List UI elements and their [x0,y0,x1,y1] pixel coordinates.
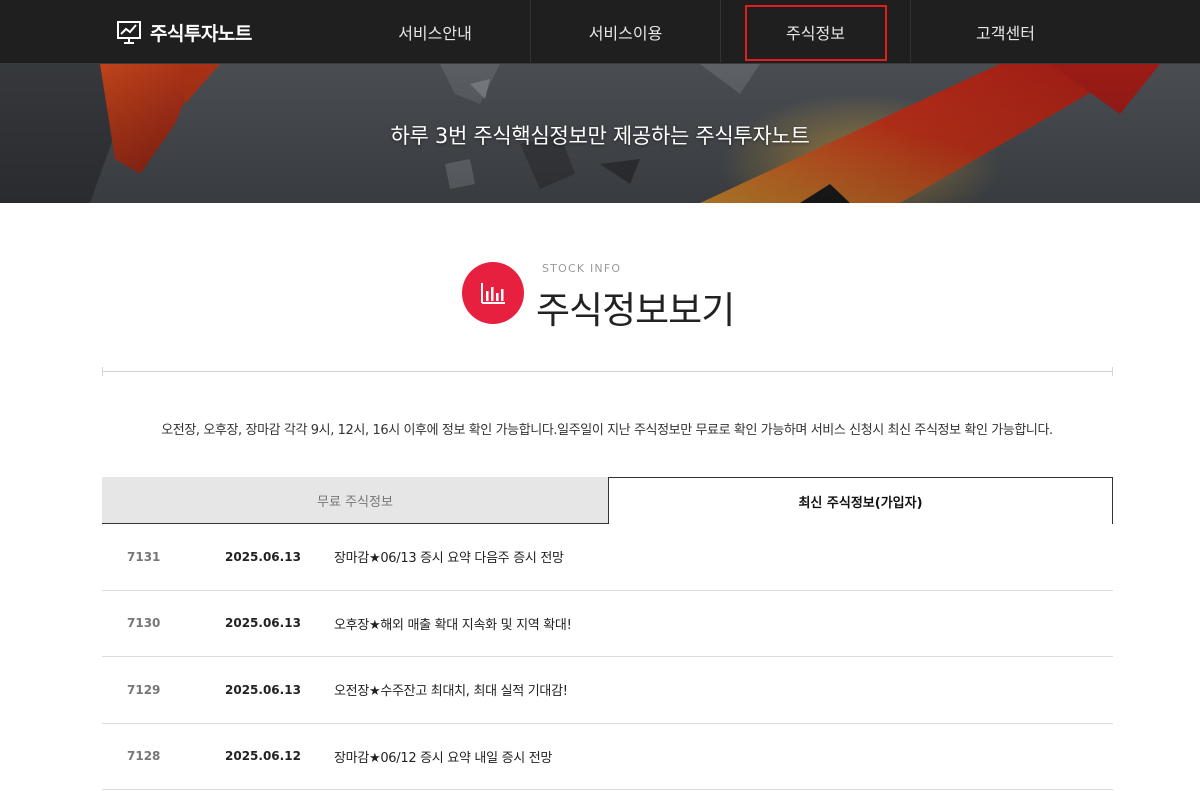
nav-item-service-info[interactable]: 서비스안내 [340,0,530,64]
logo-text: 주식투자노트 [150,22,252,45]
post-number: 7129 [127,682,161,697]
table-row[interactable]: 7131 2025.06.13 장마감★06/13 증시 요약 다음주 증시 전… [102,524,1113,591]
site-logo[interactable]: 주식투자노트 [116,17,252,47]
hero-banner: 하루 3번 주식핵심정보만 제공하는 주식투자노트 [0,64,1200,203]
table-row[interactable]: 7128 2025.06.12 장마감★06/12 증시 요약 내일 증시 전망 [102,724,1113,790]
post-date: 2025.06.13 [225,616,301,631]
post-date: 2025.06.12 [225,749,301,764]
post-subject-link[interactable]: 오후장★해외 매출 확대 지속화 및 지역 확대! [334,614,572,633]
post-date: 2025.06.13 [225,549,301,564]
page-title: 주식정보보기 [536,289,735,332]
top-navigation-bar: 주식투자노트 서비스안내 서비스이용 주식정보 고객센터 [0,0,1200,64]
table-row[interactable]: 7129 2025.06.13 오전장★수주잔고 최대치, 최대 실적 기대감! [102,657,1113,724]
nav-item-service-use[interactable]: 서비스이용 [530,0,720,64]
post-subject-link[interactable]: 장마감★06/12 증시 요약 내일 증시 전망 [334,747,552,766]
post-number: 7131 [127,549,161,564]
main-nav: 서비스안내 서비스이용 주식정보 고객센터 [340,0,1100,64]
post-subject-link[interactable]: 오전장★수주잔고 최대치, 최대 실적 기대감! [334,680,568,699]
nav-item-stock-info[interactable]: 주식정보 [720,0,910,64]
table-row[interactable]: 7130 2025.06.13 오후장★해외 매출 확대 지속화 및 지역 확대… [102,591,1113,657]
tab-latest-stock-info[interactable]: 최신 주식정보(가입자) [608,477,1113,524]
post-date: 2025.06.13 [225,682,301,697]
post-number: 7130 [127,616,161,631]
hero-title: 하루 3번 주식핵심정보만 제공하는 주식투자노트 [390,124,810,148]
chart-board-icon [117,21,141,44]
section-divider [102,367,1113,376]
post-list: 7131 2025.06.13 장마감★06/13 증시 요약 다음주 증시 전… [102,524,1113,790]
post-subject-link[interactable]: 장마감★06/13 증시 요약 다음주 증시 전망 [334,547,564,566]
info-tabs: 무료 주식정보 최신 주식정보(가입자) [102,477,1113,524]
tab-free-stock-info[interactable]: 무료 주식정보 [102,477,608,524]
bar-chart-icon [462,262,524,324]
nav-item-customer-center[interactable]: 고객센터 [910,0,1100,64]
post-number: 7128 [127,749,161,764]
section-eyebrow: STOCK INFO [542,262,622,275]
service-notice: 오전장, 오후장, 장마감 각각 9시, 12시, 16시 이후에 정보 확인 … [161,423,1053,438]
